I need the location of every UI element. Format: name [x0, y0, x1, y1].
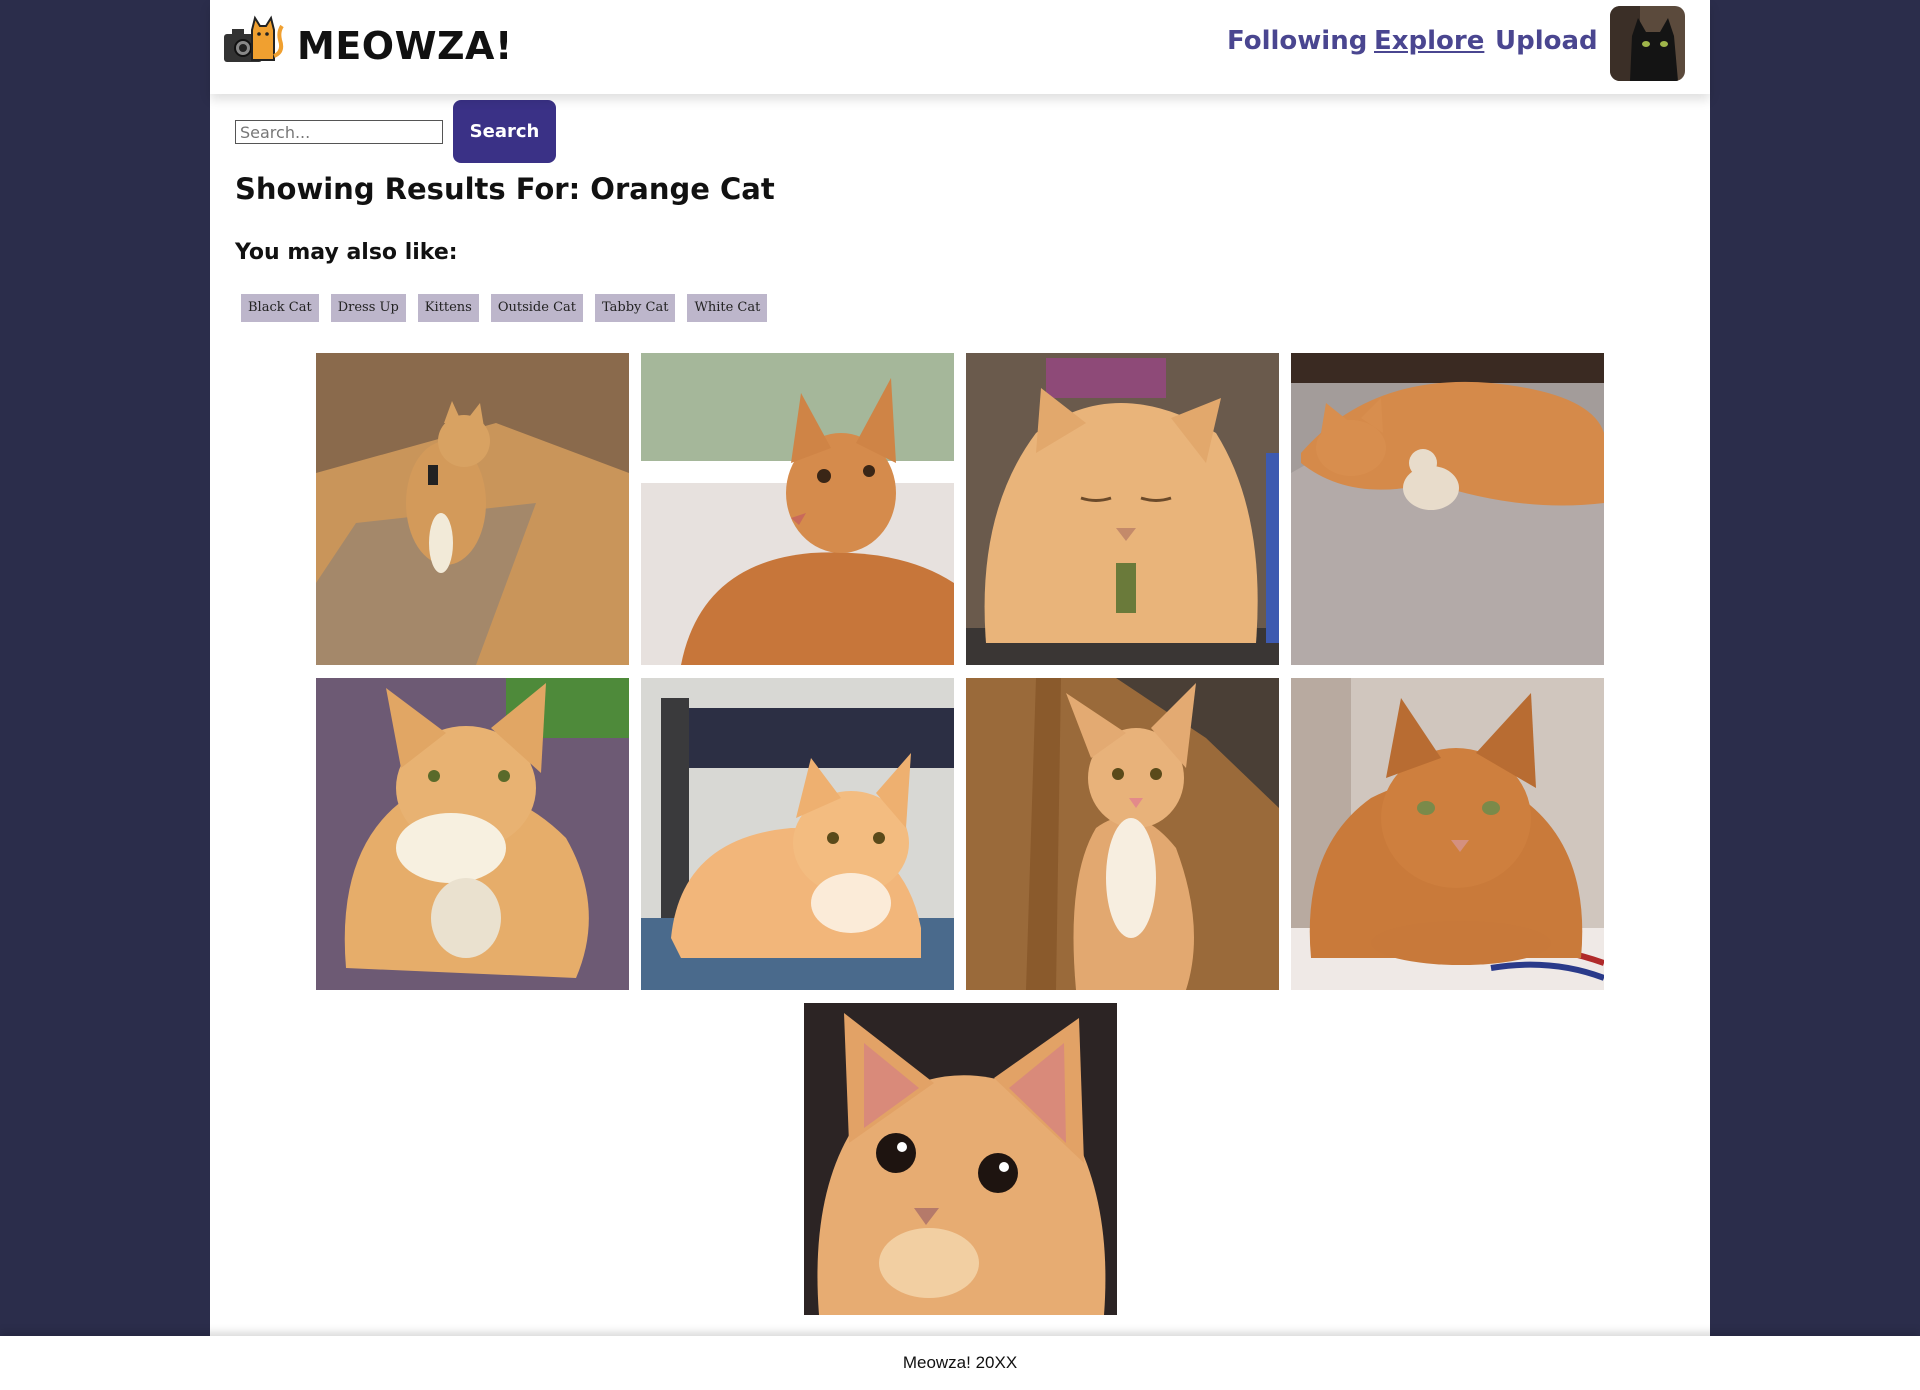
tag-white-cat[interactable]: White Cat [687, 294, 768, 322]
nav-upload[interactable]: Upload [1495, 26, 1598, 56]
cat-image [641, 353, 954, 665]
cat-photo-8[interactable] [1291, 678, 1604, 990]
brand-name[interactable]: MEOWZA! [297, 24, 513, 68]
cat-image [316, 353, 629, 665]
page-container: MEOWZA! Following Explore Upload Search … [210, 0, 1710, 1336]
cat-photo-5[interactable] [316, 678, 629, 990]
cat-image [966, 353, 1279, 665]
cat-image [1291, 353, 1604, 665]
cat-image [641, 678, 954, 990]
cat-photo-7[interactable] [966, 678, 1279, 990]
cat-image [1291, 678, 1604, 990]
tag-dress-up[interactable]: Dress Up [330, 294, 406, 322]
results-title: Showing Results For: Orange Cat [235, 172, 775, 206]
nav-explore[interactable]: Explore [1374, 26, 1484, 56]
cat-photo-3[interactable] [966, 353, 1279, 665]
search-input[interactable] [235, 120, 443, 144]
black-cat-avatar [1610, 6, 1685, 81]
nav-following[interactable]: Following [1227, 26, 1367, 56]
cat-camera-icon[interactable] [222, 12, 286, 66]
search-button[interactable]: Search [453, 100, 556, 163]
cat-photo-4[interactable] [1291, 353, 1604, 665]
tag-list: Black Cat Dress Up Kittens Outside Cat T… [241, 294, 768, 322]
cat-photo-6[interactable] [641, 678, 954, 990]
cat-photo-9[interactable] [804, 1003, 1117, 1315]
cat-image [804, 1003, 1117, 1315]
avatar[interactable] [1610, 6, 1685, 81]
tag-black-cat[interactable]: Black Cat [241, 294, 319, 322]
footer: Meowza! 20XX [0, 1336, 1920, 1390]
cat-photo-1[interactable] [316, 353, 629, 665]
tag-kittens[interactable]: Kittens [417, 294, 479, 322]
tag-tabby-cat[interactable]: Tabby Cat [595, 294, 676, 322]
cat-image [316, 678, 629, 990]
also-like-heading: You may also like: [235, 240, 458, 265]
cat-photo-2[interactable] [641, 353, 954, 665]
header: MEOWZA! Following Explore Upload [210, 0, 1710, 94]
tag-outside-cat[interactable]: Outside Cat [490, 294, 583, 322]
cat-image [966, 678, 1279, 990]
